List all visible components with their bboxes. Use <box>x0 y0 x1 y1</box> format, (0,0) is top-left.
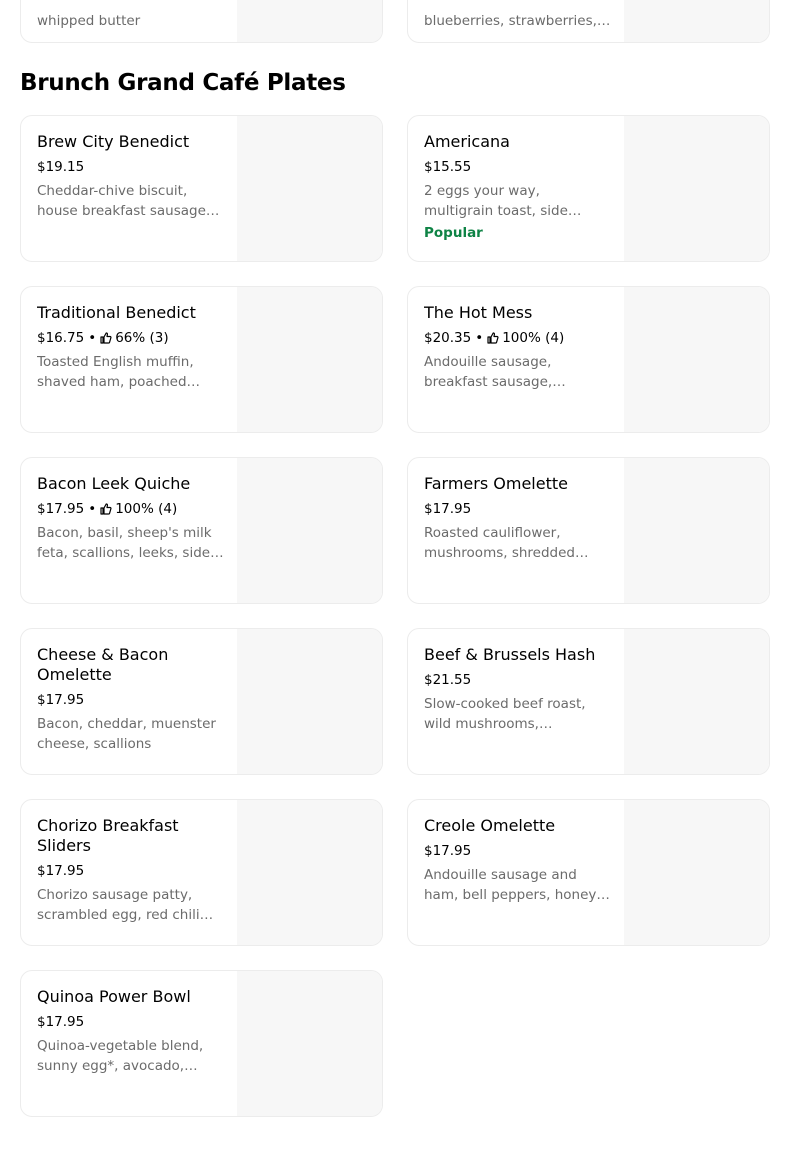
item-image <box>624 629 769 774</box>
thumbs-up-icon <box>487 332 502 344</box>
menu-item-card[interactable]: Americana $15.55 2 eggs your way, multigra… <box>407 115 770 262</box>
item-meta: $17.95 <box>424 841 612 861</box>
item-rating: 66% (3) <box>115 330 169 346</box>
thumbs-up-icon <box>100 503 115 515</box>
menu-item-card[interactable]: Quinoa Power Bowl $17.95 Quinoa-vegetable … <box>20 970 383 1117</box>
item-info: Cheese & Bacon Omelette $17.95 Bacon, ched… <box>37 645 225 754</box>
thumbs-up-icon <box>100 332 115 344</box>
menu-item-card[interactable]: Bacon Leek Quiche $17.95 • 100% (4) Bacon, b… <box>20 457 383 604</box>
item-image <box>237 971 382 1116</box>
item-rating: 100% (4) <box>115 501 178 517</box>
item-meta: $17.95 • 100% (4) <box>37 499 225 519</box>
item-info: Americana $15.55 2 eggs your way, multigra… <box>424 132 612 243</box>
menu-item-card[interactable]: Farmers Omelette $17.95 Roasted cauliflowe… <box>407 457 770 604</box>
item-price: $21.55 <box>424 672 472 688</box>
menu-item-card-prev-0[interactable]: whipped butter <box>20 0 383 43</box>
menu-item-card[interactable]: Beef & Brussels Hash $21.55 Slow-cooked be… <box>407 628 770 775</box>
item-description: Toasted English muffin, shaved ham, poac… <box>37 354 194 390</box>
item-description: Bacon, cheddar, muenster cheese, scallio… <box>37 716 216 752</box>
menu-item-card[interactable]: The Hot Mess $20.35 • 100% (4) Andouille sau… <box>407 286 770 433</box>
item-image <box>624 116 769 261</box>
menu-item-card[interactable]: Creole Omelette $17.95 Andouille sausage a… <box>407 799 770 946</box>
menu-item-card[interactable]: Traditional Benedict $16.75 • 66% (3) Toaste… <box>20 286 383 433</box>
menu-item-card-prev-1[interactable]: blueberries, strawberries,… <box>407 0 770 43</box>
item-description: Chorizo sausage patty, scrambled egg, re… <box>37 887 214 923</box>
separator-dot: • <box>88 330 97 346</box>
item-description: Roasted cauliflower, mushrooms, shredded… <box>424 525 589 561</box>
menu-page: whipped butter blueberries, strawberries… <box>0 0 804 1149</box>
item-price: $15.55 <box>424 159 472 175</box>
item-description: Quinoa-vegetable blend, sunny egg*, avoc… <box>37 1038 204 1074</box>
item-meta: $17.95 <box>37 861 225 881</box>
item-image <box>624 287 769 432</box>
item-meta: $15.55 <box>424 157 612 177</box>
popular-badge: Popular <box>424 225 483 241</box>
section-title: Brunch Grand Café Plates <box>20 70 346 96</box>
item-price: $17.95 <box>37 501 85 517</box>
item-image <box>237 287 382 432</box>
item-name: Americana <box>424 132 510 151</box>
item-info: Bacon Leek Quiche $17.95 • 100% (4) Bacon, b… <box>37 474 225 563</box>
item-price: $16.75 <box>37 330 85 346</box>
item-meta: $21.55 <box>424 670 612 690</box>
item-meta: $17.95 <box>37 1012 225 1032</box>
item-price: $19.15 <box>37 159 85 175</box>
item-image <box>237 458 382 603</box>
item-name: Farmers Omelette <box>424 474 568 493</box>
item-image <box>624 458 769 603</box>
item-description: Bacon, basil, sheep's milk feta, scallio… <box>37 525 224 561</box>
menu-item-card[interactable]: Chorizo Breakfast Sliders $17.95 Chorizo s… <box>20 799 383 946</box>
item-price: $20.35 <box>424 330 472 346</box>
separator-dot: • <box>88 501 97 517</box>
item-image <box>237 629 382 774</box>
item-description: whipped butter <box>37 13 141 29</box>
item-name: The Hot Mess <box>424 303 533 322</box>
item-meta: $17.95 <box>37 690 225 710</box>
item-description: Cheddar-chive biscuit, house breakfast s… <box>37 183 220 219</box>
item-price: $17.95 <box>424 843 472 859</box>
item-name: Bacon Leek Quiche <box>37 474 191 493</box>
item-description: 2 eggs your way, multigrain toast, side … <box>424 183 568 219</box>
item-name: Brew City Benedict <box>37 132 190 151</box>
item-info: Beef & Brussels Hash $21.55 Slow-cooked be… <box>424 645 612 734</box>
item-rating: 100% (4) <box>502 330 565 346</box>
item-info: Creole Omelette $17.95 Andouille sausage a… <box>424 816 612 905</box>
item-description: Slow-cooked beef roast, wild mushrooms, … <box>424 696 586 732</box>
item-image <box>237 800 382 945</box>
item-name: Beef & Brussels Hash <box>424 645 596 664</box>
item-image <box>237 116 382 261</box>
item-description: blueberries, strawberries,… <box>424 13 611 29</box>
item-info: Brew City Benedict $19.15 Cheddar-chive bi… <box>37 132 225 221</box>
item-price: $17.95 <box>424 501 472 517</box>
item-name: Quinoa Power Bowl <box>37 987 191 1006</box>
item-price: $17.95 <box>37 692 85 708</box>
menu-item-card[interactable]: Brew City Benedict $19.15 Cheddar-chive bi… <box>20 115 383 262</box>
item-image <box>237 0 382 42</box>
separator-dot: • <box>475 330 484 346</box>
item-info: Traditional Benedict $16.75 • 66% (3) Toaste… <box>37 303 225 392</box>
item-meta: $20.35 • 100% (4) <box>424 328 612 348</box>
item-meta: $17.95 <box>424 499 612 519</box>
item-image <box>624 800 769 945</box>
item-info: Quinoa Power Bowl $17.95 Quinoa-vegetable … <box>37 987 225 1076</box>
item-info: The Hot Mess $20.35 • 100% (4) Andouille sau… <box>424 303 612 392</box>
item-meta: $19.15 <box>37 157 225 177</box>
item-name: Cheese & Bacon Omelette <box>37 645 169 684</box>
item-name: Traditional Benedict <box>37 303 196 322</box>
item-info: Chorizo Breakfast Sliders $17.95 Chorizo s… <box>37 816 225 925</box>
item-name: Chorizo Breakfast Sliders <box>37 816 179 855</box>
item-price: $17.95 <box>37 863 85 879</box>
item-price: $17.95 <box>37 1014 85 1030</box>
item-meta: $16.75 • 66% (3) <box>37 328 225 348</box>
item-info: Farmers Omelette $17.95 Roasted cauliflowe… <box>424 474 612 563</box>
item-description: Andouille sausage and ham, bell peppers,… <box>424 867 597 903</box>
item-image <box>624 0 769 42</box>
menu-item-card[interactable]: Cheese & Bacon Omelette $17.95 Bacon, ched… <box>20 628 383 775</box>
item-description: Andouille sausage, breakfast sausage,… <box>424 354 566 390</box>
item-name: Creole Omelette <box>424 816 556 835</box>
